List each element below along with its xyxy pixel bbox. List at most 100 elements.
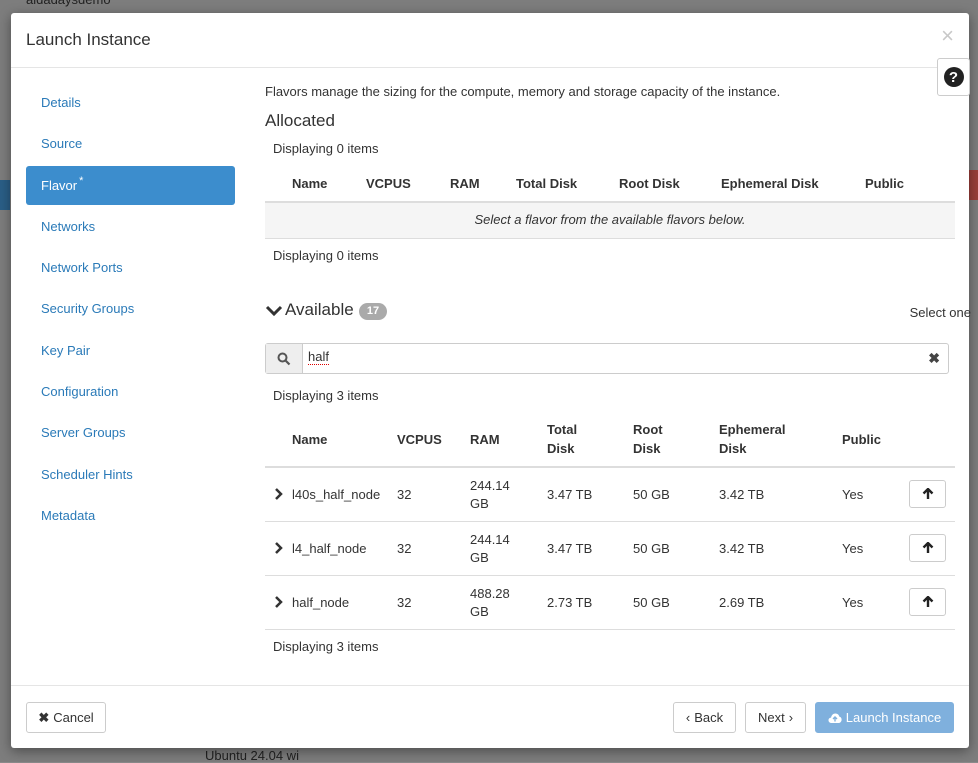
search-bar[interactable]: half ✖	[265, 343, 949, 374]
nav-item-metadata[interactable]: Metadata	[26, 496, 235, 535]
back-button[interactable]: ‹ Back	[673, 702, 736, 733]
flavor-ram-value: 244.14	[470, 532, 510, 547]
flavor-ephemeral-disk: 2.69 TB	[719, 595, 765, 610]
flavor-ram: 488.28 GB	[470, 585, 510, 621]
flavor-ram: 244.14 GB	[470, 531, 510, 567]
col-root-disk-line1: Root	[633, 422, 663, 437]
col-name: Name	[292, 176, 328, 191]
nav-item-key-pair[interactable]: Key Pair	[26, 331, 235, 370]
flavor-total-disk: 3.47 TB	[547, 541, 593, 556]
col-ephemeral-disk: Ephemeral Disk	[721, 176, 819, 191]
available-table-header: Name VCPUS RAM Total Disk Root Disk Epheme…	[265, 413, 955, 468]
available-title: Available	[285, 300, 354, 319]
flavor-name: l40s_half_node	[292, 487, 381, 502]
available-count-top: Displaying 3 items	[273, 388, 379, 403]
available-count-bottom: Displaying 3 items	[273, 639, 379, 654]
select-one-hint: Select one	[909, 305, 971, 320]
arrow-up-icon	[922, 488, 933, 499]
flavor-name: l4_half_node	[292, 541, 367, 556]
flavor-ram-value: 488.28	[470, 586, 510, 601]
flavor-ram-unit: GB	[470, 550, 489, 565]
chevron-right-icon[interactable]	[274, 595, 284, 609]
nav-item-security-groups[interactable]: Security Groups	[26, 289, 235, 328]
search-addon	[266, 344, 303, 373]
help-icon: ?	[943, 67, 964, 87]
close-icon[interactable]: ×	[941, 25, 954, 47]
flavor-root-disk: 50 GB	[633, 487, 670, 502]
flavor-total-disk: 2.73 TB	[547, 595, 593, 610]
chevron-right-icon[interactable]	[274, 487, 284, 501]
cancel-button[interactable]: ✖ Cancel	[26, 702, 106, 733]
cloud-upload-icon	[828, 713, 842, 723]
col-public: Public	[842, 432, 882, 447]
flavor-ram: 244.14 GB	[470, 477, 510, 513]
flavor-vcpus: 32	[397, 595, 412, 610]
allocated-empty-message: Select a flavor from the available flavo…	[265, 203, 955, 239]
flavor-ram-unit: GB	[470, 496, 489, 511]
col-root-disk: Root Disk	[619, 176, 680, 191]
col-total-disk-line2: Disk	[547, 441, 575, 456]
nav-item-configuration[interactable]: Configuration	[26, 372, 235, 411]
col-total-disk-line1: Total	[547, 422, 578, 437]
help-button[interactable]: ?	[937, 58, 970, 96]
allocate-button[interactable]	[909, 480, 946, 508]
nav-item-details[interactable]: Details	[26, 83, 235, 122]
table-row: l4_half_node 32 244.14 GB 3.47 TB 50 GB 3…	[265, 522, 955, 576]
col-vcpus: VCPUS	[397, 432, 442, 447]
col-ephemeral-disk-line2: Disk	[719, 441, 747, 456]
allocated-title: Allocated	[265, 111, 335, 130]
flavor-description: Flavors manage the sizing for the comput…	[265, 84, 781, 99]
modal-title: Launch Instance	[26, 30, 151, 49]
allocate-button[interactable]	[909, 534, 946, 562]
background-text: Ubuntu 24.04 wi	[205, 748, 299, 763]
nav-item-network-ports[interactable]: Network Ports	[26, 248, 235, 287]
available-count-badge: 17	[359, 303, 387, 320]
cancel-label: Cancel	[53, 710, 94, 725]
next-button[interactable]: Next ›	[745, 702, 806, 733]
background-button-stub	[0, 180, 10, 210]
nav-item-flavor[interactable]: Flavor *	[26, 166, 235, 205]
search-input[interactable]: half	[308, 350, 329, 365]
allocated-count-bottom: Displaying 0 items	[273, 248, 379, 263]
flavor-public: Yes	[842, 541, 864, 556]
col-vcpus: VCPUS	[366, 176, 411, 191]
clear-search-icon[interactable]: ✖	[928, 350, 940, 367]
flavor-public: Yes	[842, 487, 864, 502]
chevron-down-icon[interactable]	[265, 302, 283, 320]
launch-label: Launch Instance	[845, 710, 942, 725]
chevron-left-icon: ‹	[685, 710, 691, 725]
modal-header: Launch Instance ×	[11, 13, 969, 68]
flavor-ephemeral-disk: 3.42 TB	[719, 541, 765, 556]
col-total-disk: Total Disk	[547, 420, 577, 458]
search-icon	[277, 352, 291, 365]
table-row: l40s_half_node 32 244.14 GB 3.47 TB 50 GB…	[265, 468, 955, 522]
allocate-button[interactable]	[909, 588, 946, 616]
flavor-ephemeral-disk: 3.42 TB	[719, 487, 765, 502]
nav-item-server-groups[interactable]: Server Groups	[26, 413, 235, 452]
modal-footer: ✖ Cancel ‹ Back Next › Launch Instance	[11, 685, 969, 748]
col-ram: RAM	[470, 432, 500, 447]
col-ephemeral-disk-line1: Ephemeral	[719, 422, 786, 437]
col-root-disk: Root Disk	[633, 420, 663, 458]
allocated-table-header: Name VCPUS RAM Total Disk Root Disk Ephe…	[265, 167, 955, 203]
close-icon: ✖	[38, 709, 50, 725]
flavor-public: Yes	[842, 595, 864, 610]
launch-instance-button[interactable]: Launch Instance	[815, 702, 954, 733]
back-label: Back	[694, 710, 724, 725]
table-row: half_node 32 488.28 GB 2.73 TB 50 GB 2.69…	[265, 576, 955, 630]
col-public: Public	[865, 176, 905, 191]
next-label: Next	[757, 710, 785, 725]
required-mark: *	[79, 175, 84, 187]
nav-item-scheduler-hints[interactable]: Scheduler Hints	[26, 455, 235, 494]
flavor-ram-value: 244.14	[470, 478, 510, 493]
nav-item-networks[interactable]: Networks	[26, 207, 235, 246]
launch-instance-modal: Launch Instance × ? Details Source Flavo…	[11, 13, 971, 748]
arrow-up-icon	[922, 596, 933, 607]
col-total-disk: Total Disk	[516, 176, 578, 191]
available-header: Available 17 Select one	[265, 300, 971, 328]
nav-item-source[interactable]: Source	[26, 124, 235, 163]
nav-item-flavor-label: Flavor	[41, 178, 78, 193]
flavor-vcpus: 32	[397, 487, 412, 502]
col-root-disk-line2: Disk	[633, 441, 661, 456]
chevron-right-icon[interactable]	[274, 541, 284, 555]
